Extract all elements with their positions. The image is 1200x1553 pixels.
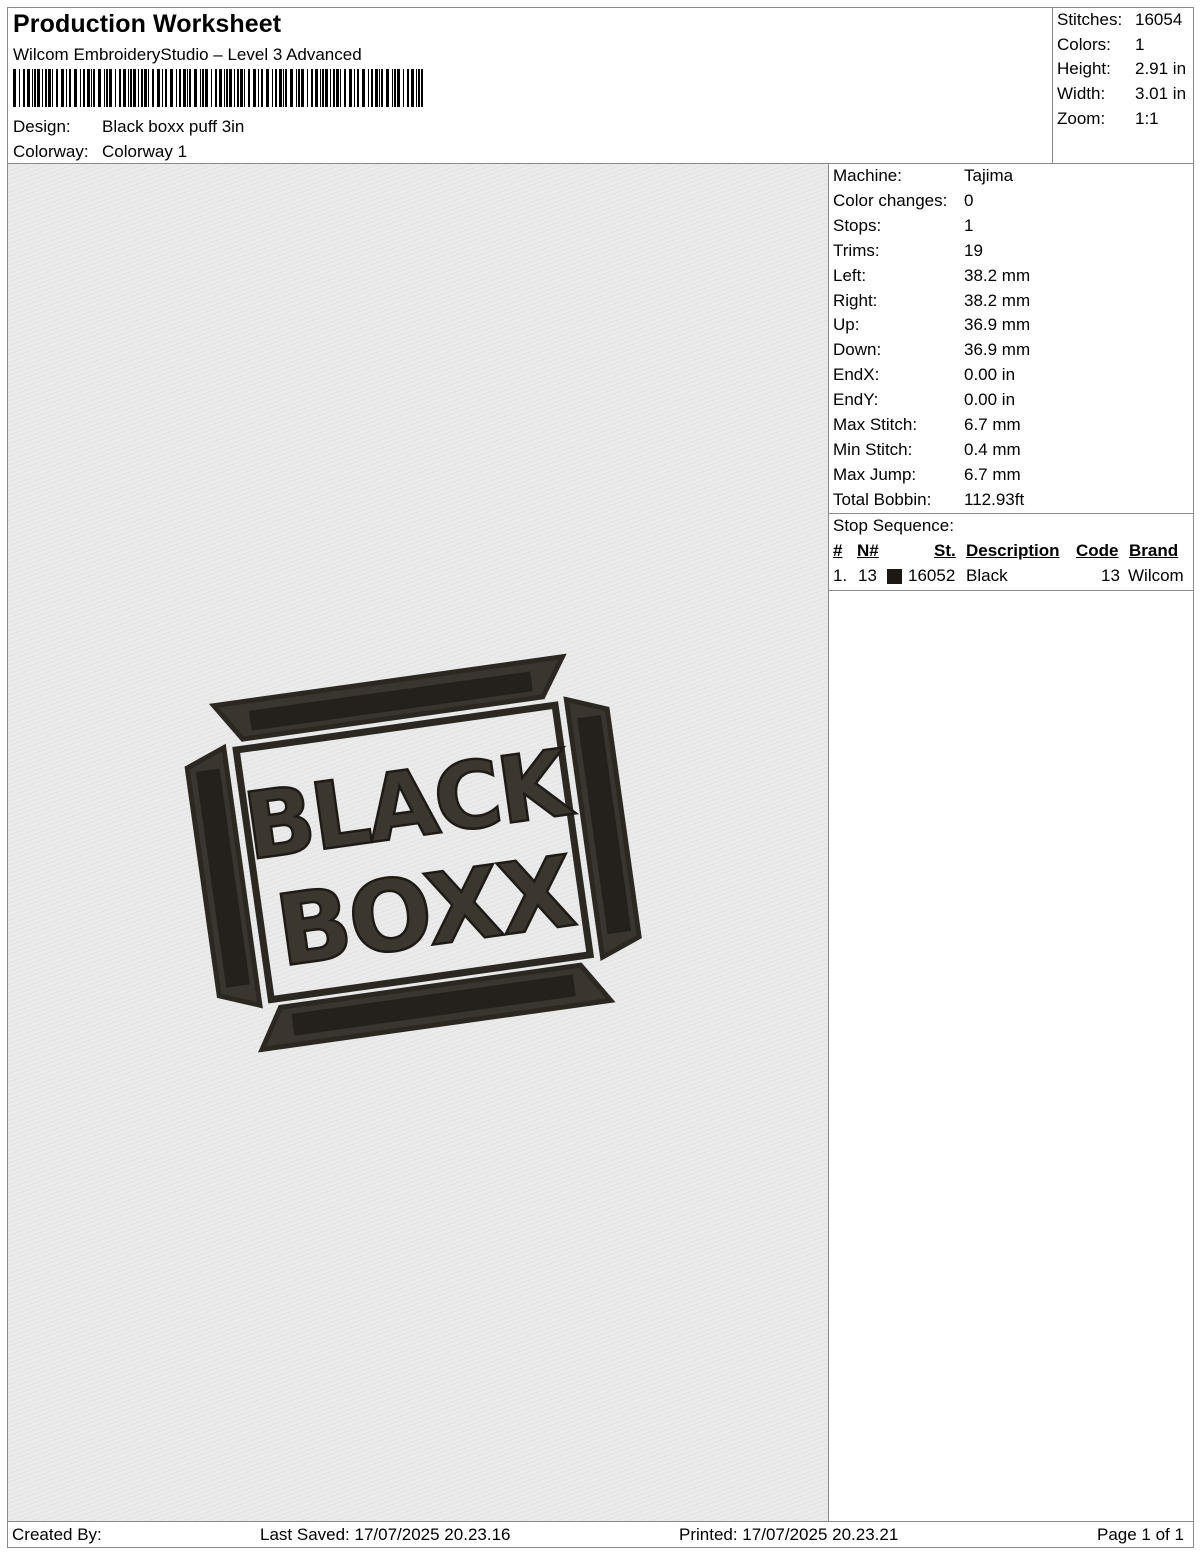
colorway-value: Colorway 1 xyxy=(102,142,188,161)
row-stitches: 16052 xyxy=(908,566,956,585)
summary-row-stitches: Stitches: 16054 xyxy=(1057,10,1183,29)
detail-value: 112.93ft xyxy=(964,489,1025,509)
summary-row-width: Width: 3.01 in xyxy=(1057,84,1187,103)
detail-value: 38.2 mm xyxy=(964,290,1031,310)
detail-label: Down: xyxy=(833,340,882,360)
detail-label: EndY: xyxy=(833,390,879,410)
detail-row: Left: 38.2 mm xyxy=(833,266,1193,291)
software-name: Wilcom EmbroideryStudio – Level 3 Advanc… xyxy=(13,45,362,64)
black-boxx-logo: BLACK BOXX xyxy=(184,653,642,1053)
detail-row: Up: 36.9 mm xyxy=(833,315,1193,340)
detail-label: Max Stitch: xyxy=(833,415,918,434)
detail-row: Machine: Tajima xyxy=(833,166,1193,191)
detail-row: Stops: 1 xyxy=(833,216,1193,241)
last-saved: Last Saved: 17/07/2025 20.23.16 xyxy=(260,1525,511,1544)
detail-value: Tajima xyxy=(964,166,1014,185)
detail-label: Color changes: xyxy=(833,190,948,210)
colorway-label: Colorway: xyxy=(13,142,89,161)
worksheet-header: Production Worksheet Wilcom EmbroiderySt… xyxy=(8,8,1193,164)
design-value: Black boxx puff 3in xyxy=(102,117,245,136)
detail-value: 36.9 mm xyxy=(964,340,1031,360)
col-header-code: Code xyxy=(1076,541,1119,560)
col-header-brand: Brand xyxy=(1129,541,1179,560)
worksheet-footer: Created By: Last Saved: 17/07/2025 20.23… xyxy=(8,1521,1193,1547)
page-number: Page 1 of 1 xyxy=(1097,1525,1184,1544)
detail-label: Total Bobbin: xyxy=(833,489,932,509)
detail-label: EndX: xyxy=(833,365,880,385)
printed-date: Printed: 17/07/2025 20.23.21 xyxy=(679,1525,899,1544)
detail-value: 1 xyxy=(964,215,974,235)
detail-row: Trims: 19 xyxy=(833,241,1193,266)
row-brand: Wilcom xyxy=(1128,566,1184,585)
row-code: 13 xyxy=(1101,566,1120,585)
detail-label: Machine: xyxy=(833,166,902,185)
detail-value: 36.9 mm xyxy=(964,315,1031,335)
detail-value: 0 xyxy=(964,190,974,210)
page-title: Production Worksheet xyxy=(13,10,282,38)
detail-row: Total Bobbin: 112.93ft xyxy=(833,490,1193,515)
detail-label: Min Stitch: xyxy=(833,439,913,459)
color-swatch xyxy=(887,569,902,584)
detail-value: 0.00 in xyxy=(964,390,1016,410)
col-header-stitches: St. xyxy=(934,541,956,560)
detail-label: Trims: xyxy=(833,240,880,260)
detail-value: 0.00 in xyxy=(964,365,1016,385)
summary-row-zoom: Zoom: 1:1 xyxy=(1057,109,1159,128)
detail-row: Min Stitch: 0.4 mm xyxy=(833,440,1193,465)
detail-label: Stops: xyxy=(833,215,882,235)
row-needle: 13 xyxy=(858,566,877,585)
detail-row: Down: 36.9 mm xyxy=(833,340,1193,365)
detail-row: Max Jump: 6.7 mm xyxy=(833,465,1193,490)
embroidery-design-image: BLACK BOXX xyxy=(184,653,642,1053)
row-description: Black xyxy=(966,566,1008,585)
col-header-needle: N# xyxy=(857,541,879,560)
detail-row: Right: 38.2 mm xyxy=(833,291,1193,316)
row-index: 1. xyxy=(833,566,848,585)
design-label: Design: xyxy=(13,117,71,136)
detail-row: EndY: 0.00 in xyxy=(833,390,1193,415)
summary-row-colors: Colors: 1 xyxy=(1057,35,1145,54)
stop-sequence-title: Stop Sequence: xyxy=(833,516,954,535)
detail-label: Up: xyxy=(833,315,860,335)
col-header-description: Description xyxy=(966,541,1060,560)
detail-row: Max Stitch: 6.7 mm xyxy=(833,415,1193,440)
detail-row: Color changes: 0 xyxy=(833,191,1193,216)
detail-value: 6.7 mm xyxy=(964,415,1021,434)
detail-label: Left: xyxy=(833,265,867,285)
detail-value: 38.2 mm xyxy=(964,265,1031,285)
machine-details: Machine: Tajima Color changes: 0 Stops: 1 Trim… xyxy=(829,164,1193,1521)
detail-label: Max Jump: xyxy=(833,464,917,484)
detail-value: 19 xyxy=(964,240,983,260)
created-by: Created By: xyxy=(12,1525,102,1544)
detail-value: 0.4 mm xyxy=(964,439,1021,459)
production-worksheet: Production Worksheet Wilcom EmbroiderySt… xyxy=(7,7,1194,1548)
col-header-index: # xyxy=(833,541,843,560)
detail-row: EndX: 0.00 in xyxy=(833,365,1193,390)
summary-row-height: Height: 2.91 in xyxy=(1057,59,1187,78)
barcode-icon xyxy=(13,69,423,107)
stitch-summary: Stitches: 16054 Colors: 1 Height: 2.91 in W… xyxy=(1052,8,1193,164)
detail-label: Right: xyxy=(833,290,878,310)
detail-value: 6.7 mm xyxy=(964,464,1021,484)
design-preview: BLACK BOXX xyxy=(8,164,829,1521)
divider xyxy=(829,513,1193,514)
divider xyxy=(829,590,1193,591)
